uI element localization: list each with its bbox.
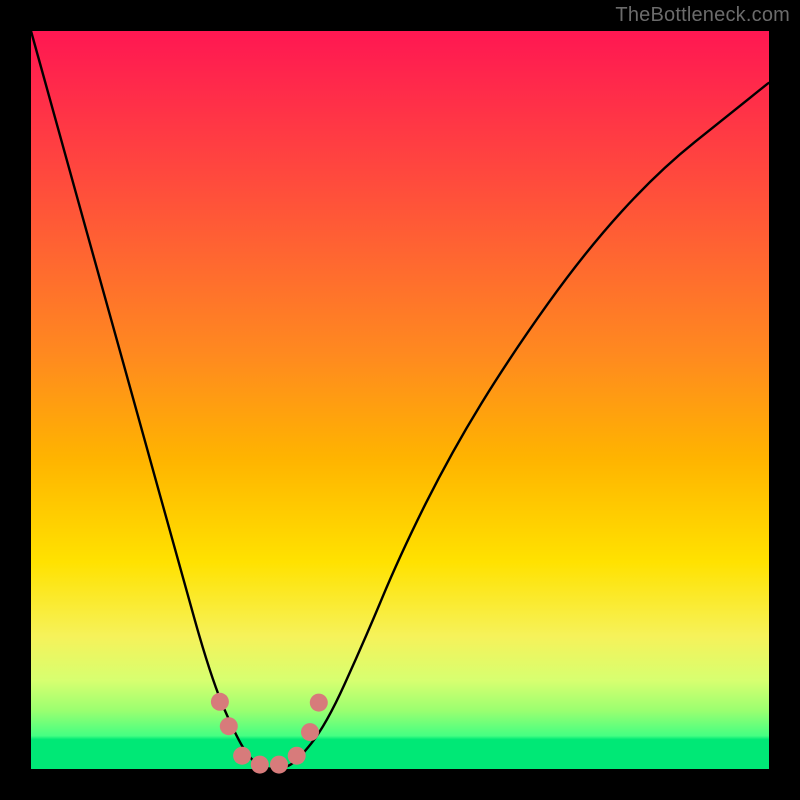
bottleneck-curve [31,31,769,769]
marker-dot [211,693,229,711]
marker-dot [251,756,269,774]
marker-dot [220,717,238,735]
marker-dot [310,694,328,712]
watermark-text: TheBottleneck.com [615,4,790,27]
curve-line [31,31,769,769]
chart-frame: TheBottleneck.com [0,0,800,800]
marker-dot [301,723,319,741]
plot-area [31,31,769,769]
curve-markers [211,693,328,774]
marker-dot [233,747,251,765]
marker-dot [270,756,288,774]
marker-dot [288,747,306,765]
